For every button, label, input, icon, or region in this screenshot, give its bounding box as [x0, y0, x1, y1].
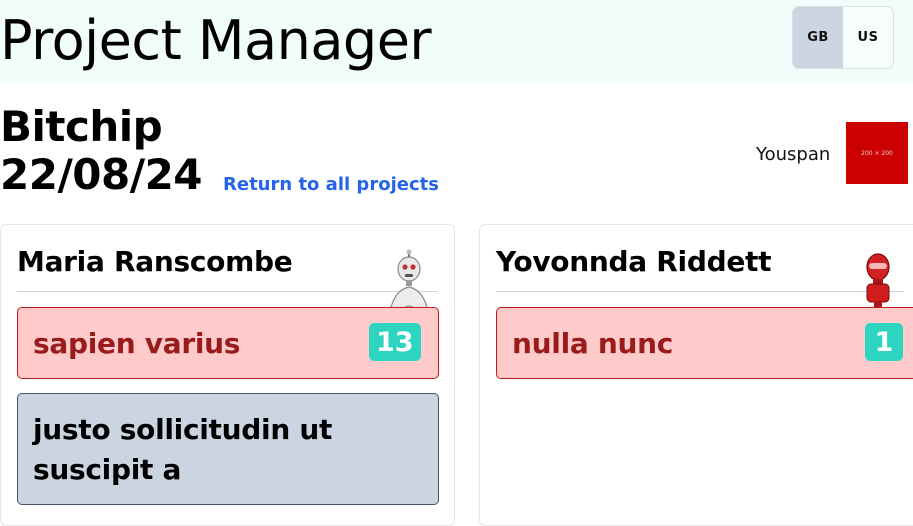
- task-card[interactable]: nulla nunc 1: [496, 307, 913, 379]
- task-count-badge: 1: [865, 323, 903, 361]
- client-logo: 200 × 200: [846, 122, 908, 184]
- member-card: Yovonnda Riddett nulla nunc 1: [479, 224, 913, 526]
- app-title: Project Manager: [0, 9, 432, 72]
- member-card: Maria Ranscombe sapien varius 13 justo s…: [0, 224, 455, 526]
- task-title: justo sollicitudin ut suscipit a: [33, 413, 333, 486]
- return-to-projects-link[interactable]: Return to all projects: [223, 174, 439, 195]
- client-name: Youspan: [756, 144, 831, 165]
- locale-us-button[interactable]: US: [843, 7, 893, 68]
- task-title: nulla nunc: [512, 327, 674, 360]
- task-card[interactable]: justo sollicitudin ut suscipit a: [17, 393, 439, 505]
- member-name: Yovonnda Riddett: [496, 245, 772, 278]
- member-divider: [17, 291, 438, 292]
- client-logo-placeholder-text: 200 × 200: [861, 149, 893, 157]
- member-divider: [496, 291, 904, 292]
- project-date: 22/08/24: [0, 150, 203, 199]
- task-card[interactable]: sapien varius 13: [17, 307, 439, 379]
- locale-switcher: GB US: [792, 6, 894, 69]
- member-name: Maria Ranscombe: [17, 245, 293, 278]
- locale-gb-button[interactable]: GB: [793, 7, 843, 68]
- task-count-badge: 13: [369, 323, 421, 361]
- project-name: Bitchip: [0, 102, 163, 151]
- task-title: sapien varius: [33, 327, 241, 360]
- app-header: Project Manager GB US: [0, 0, 913, 83]
